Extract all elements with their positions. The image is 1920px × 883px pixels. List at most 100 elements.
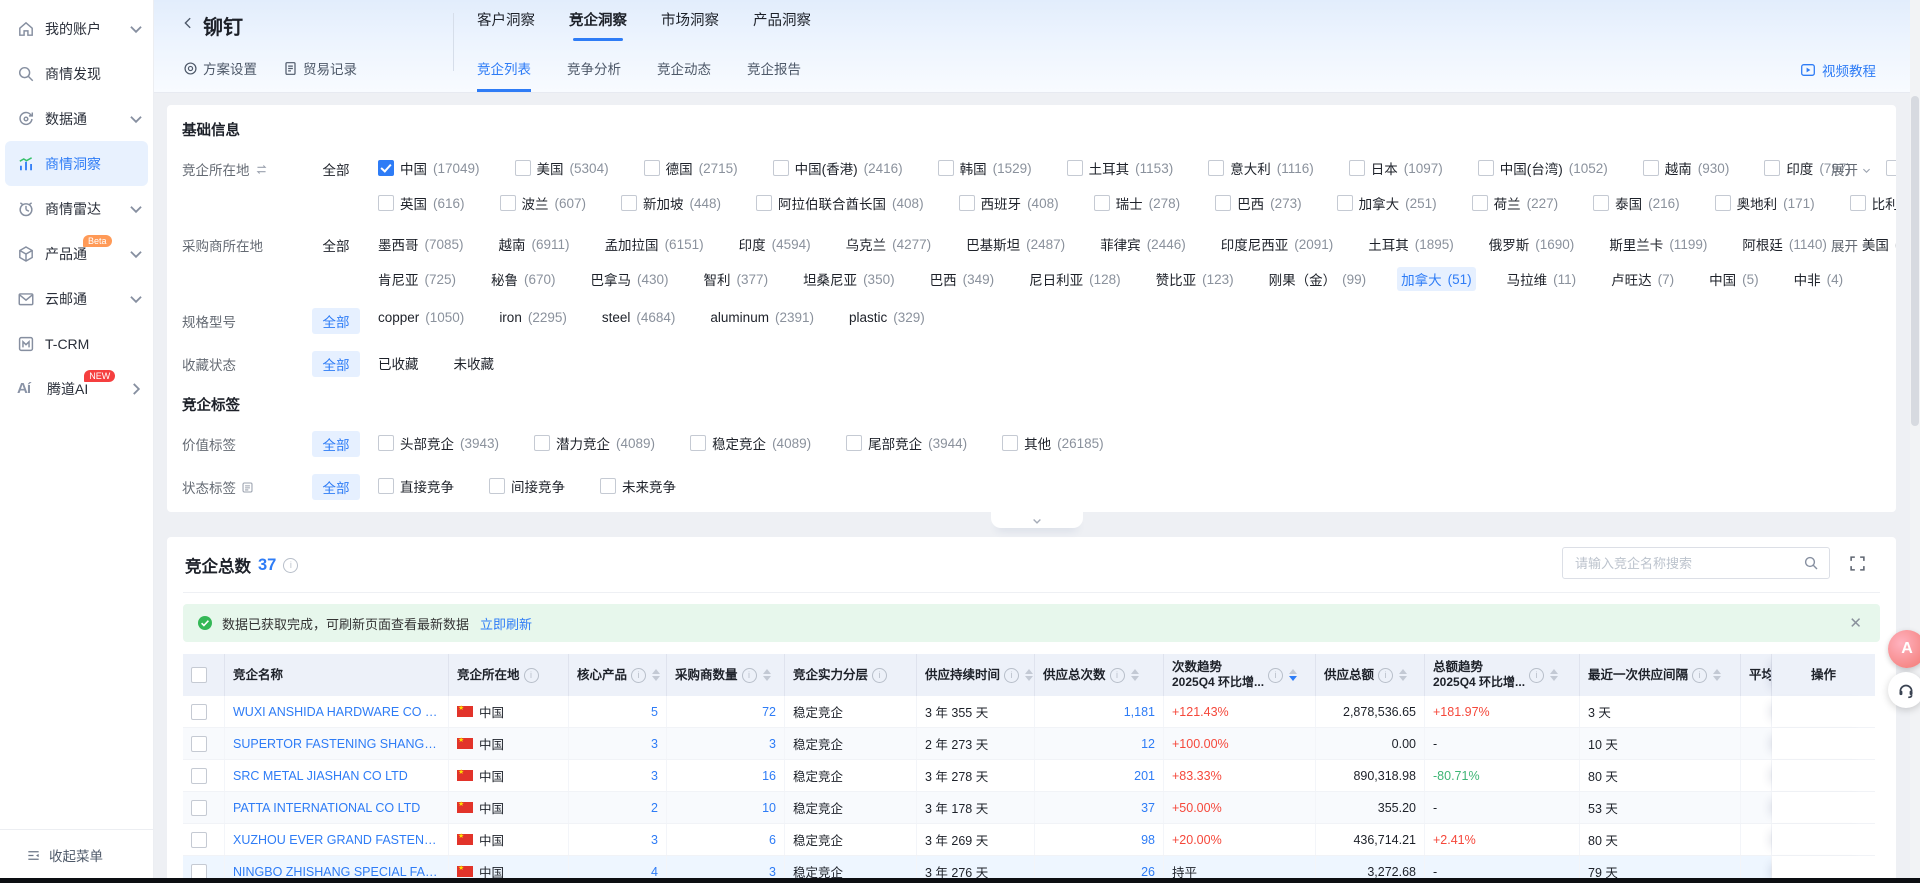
filter-option[interactable]: 越南(6911) xyxy=(495,232,574,256)
filter-option[interactable]: 孟加拉国(6151) xyxy=(601,232,708,256)
core-products-cell[interactable]: 3 xyxy=(569,760,667,791)
sidebar-item-t-crm[interactable]: T-CRM xyxy=(0,321,153,366)
company-name-link[interactable]: NINGBO ZHISHANG SPECIAL FAST... xyxy=(233,865,440,879)
supply-times-cell[interactable]: 37 xyxy=(1035,792,1164,823)
info-icon[interactable]: i xyxy=(283,558,298,573)
collapse-menu-button[interactable]: 收起菜单 xyxy=(0,829,153,875)
subtab-竞企列表[interactable]: 竞企列表 xyxy=(477,54,531,92)
filter-option[interactable]: 俄罗斯(1690) xyxy=(1485,232,1579,256)
info-icon[interactable]: i xyxy=(1692,668,1707,683)
filter-option[interactable]: 已收藏 xyxy=(374,351,423,375)
filter-option[interactable]: 稳定竞企(4089) xyxy=(686,431,815,455)
row-checkbox[interactable] xyxy=(191,768,207,784)
scrollbar-thumb[interactable] xyxy=(1911,96,1919,426)
filter-option[interactable]: 法国(635) xyxy=(1882,156,1896,180)
checkbox[interactable] xyxy=(1478,160,1494,176)
filter-option[interactable]: 中国(香港)(2416) xyxy=(769,156,907,180)
filter-collapse-tab[interactable] xyxy=(991,512,1083,528)
filter-option[interactable]: 卢旺达(7) xyxy=(1607,267,1678,291)
supply-times-cell[interactable]: 98 xyxy=(1035,824,1164,855)
tab-产品洞察[interactable]: 产品洞察 xyxy=(753,9,811,41)
row-checkbox[interactable] xyxy=(191,800,207,816)
back-icon[interactable] xyxy=(181,16,195,30)
buyer-count-cell[interactable]: 6 xyxy=(667,824,785,855)
filter-option[interactable]: 阿根廷(1140) xyxy=(1738,232,1831,256)
filter-option[interactable]: 瑞士(278) xyxy=(1090,191,1185,215)
filter-option[interactable]: 印度尼西亚(2091) xyxy=(1217,232,1338,256)
filter-option[interactable]: 赞比亚(123) xyxy=(1152,267,1238,291)
filter-option[interactable]: 印度(4594) xyxy=(735,232,815,256)
checkbox[interactable] xyxy=(378,478,394,494)
sidebar-item-mail-hub[interactable]: 云邮通 xyxy=(0,276,153,321)
row-checkbox[interactable] xyxy=(191,736,207,752)
checkbox[interactable] xyxy=(959,195,975,211)
checkbox[interactable] xyxy=(1208,160,1224,176)
filter-option[interactable]: 肯尼亚(725) xyxy=(374,267,460,291)
checkbox[interactable] xyxy=(644,160,660,176)
filter-option[interactable]: 马拉维(11) xyxy=(1503,267,1581,291)
filter-option[interactable]: 巴拿马(430) xyxy=(587,267,673,291)
customer-service-button[interactable] xyxy=(1888,672,1920,708)
filter-option[interactable]: 头部竞企(3943) xyxy=(374,431,503,455)
checkbox[interactable] xyxy=(1094,195,1110,211)
filter-all-button[interactable]: 全部 xyxy=(312,156,360,182)
core-products-cell[interactable]: 2 xyxy=(569,792,667,823)
filter-option[interactable]: 坦桑尼亚(350) xyxy=(799,267,899,291)
filter-option[interactable]: 美国(5304) xyxy=(511,156,613,180)
checkbox[interactable] xyxy=(1349,160,1365,176)
tool-plan-settings[interactable]: 方案设置 xyxy=(183,58,257,78)
filter-option[interactable]: 加拿大(51) xyxy=(1397,267,1476,291)
checkbox[interactable] xyxy=(534,435,550,451)
refresh-now-link[interactable]: 立即刷新 xyxy=(480,614,532,633)
sidebar-item-my-account[interactable]: 我的账户 xyxy=(0,6,153,51)
info-icon[interactable]: i xyxy=(524,668,539,683)
filter-option[interactable]: 阿拉伯联合酋长国(408) xyxy=(752,191,928,215)
filter-option[interactable]: 中国(5) xyxy=(1705,267,1763,291)
filter-option[interactable]: 其他(26185) xyxy=(998,431,1108,455)
select-all-checkbox[interactable] xyxy=(191,667,207,683)
tab-竞企洞察[interactable]: 竞企洞察 xyxy=(569,9,627,41)
sidebar-item-data-hub[interactable]: 数据通 xyxy=(0,96,153,141)
sidebar-item-product-hub[interactable]: 产品通Beta xyxy=(0,231,153,276)
filter-all-button[interactable]: 全部 xyxy=(312,351,360,377)
checkbox[interactable] xyxy=(489,478,505,494)
core-products-cell[interactable]: 3 xyxy=(569,824,667,855)
checkbox[interactable] xyxy=(1593,195,1609,211)
checkbox[interactable] xyxy=(600,478,616,494)
checkbox[interactable] xyxy=(846,435,862,451)
checkbox[interactable] xyxy=(621,195,637,211)
filter-option[interactable]: 巴西(349) xyxy=(926,267,999,291)
info-icon[interactable]: i xyxy=(1529,668,1544,683)
filter-option[interactable]: steel(4684) xyxy=(598,308,680,327)
buyer-count-cell[interactable]: 16 xyxy=(667,760,785,791)
expand-button[interactable]: 展开 xyxy=(1831,159,1872,179)
filter-option[interactable]: aluminum(2391) xyxy=(706,308,818,327)
subtab-竞企动态[interactable]: 竞企动态 xyxy=(657,54,711,92)
sidebar-item-tendata-ai[interactable]: Aí腾道AINEW xyxy=(0,366,153,411)
filter-option[interactable]: 墨西哥(7085) xyxy=(374,232,468,256)
assistant-avatar[interactable]: A xyxy=(1888,630,1920,668)
checkbox[interactable] xyxy=(1067,160,1083,176)
info-icon[interactable]: i xyxy=(742,668,757,683)
filter-option[interactable]: 奥地利(171) xyxy=(1711,191,1819,215)
sidebar-item-radar[interactable]: 商情雷达 xyxy=(0,186,153,231)
sort-icon[interactable] xyxy=(652,669,660,681)
checkbox[interactable] xyxy=(1337,195,1353,211)
sort-icon[interactable] xyxy=(1025,669,1033,681)
info-icon[interactable]: i xyxy=(631,668,646,683)
filter-option[interactable]: 新加坡(448) xyxy=(617,191,725,215)
supply-times-cell[interactable]: 201 xyxy=(1035,760,1164,791)
search-input[interactable] xyxy=(1573,555,1795,572)
filter-option[interactable]: 巴基斯坦(2487) xyxy=(962,232,1069,256)
filter-option[interactable]: 未收藏 xyxy=(450,351,499,375)
tab-客户洞察[interactable]: 客户洞察 xyxy=(477,9,535,41)
checkbox[interactable] xyxy=(773,160,789,176)
info-icon[interactable]: i xyxy=(1268,668,1283,683)
filter-option[interactable]: 日本(1097) xyxy=(1345,156,1447,180)
filter-option[interactable]: 尼日利亚(128) xyxy=(1025,267,1125,291)
company-name-link[interactable]: WUXI ANSHIDA HARDWARE CO LTD xyxy=(233,705,440,719)
checkbox[interactable] xyxy=(378,195,394,211)
fullscreen-icon[interactable] xyxy=(1849,555,1866,572)
checkbox[interactable] xyxy=(378,160,394,176)
filter-option[interactable]: 直接竞争 xyxy=(374,474,458,498)
